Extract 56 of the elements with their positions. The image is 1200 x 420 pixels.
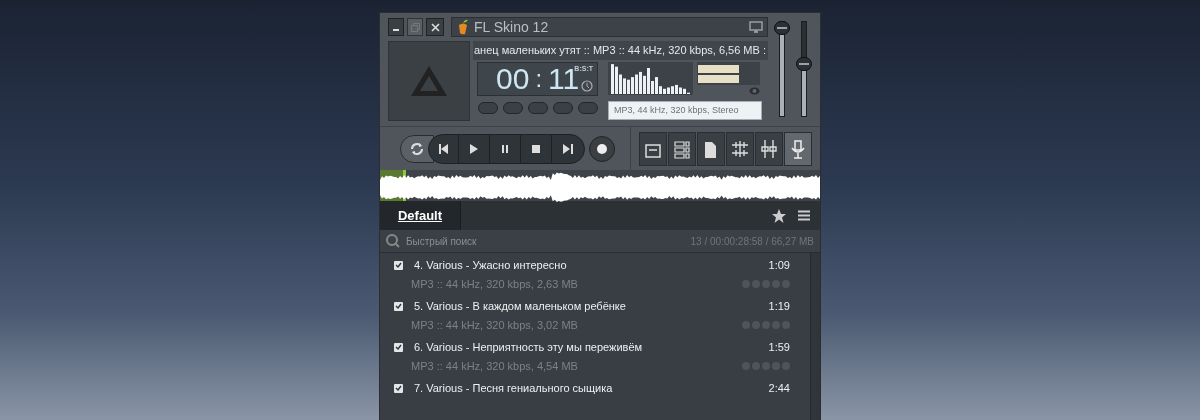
track-checkbox[interactable]: [394, 383, 403, 393]
playlist-button[interactable]: [668, 131, 696, 166]
next-icon: [563, 143, 573, 154]
equalizer-icon: [760, 138, 778, 159]
record-button[interactable]: [589, 135, 615, 162]
playlist-icon: [673, 138, 691, 159]
microphone-icon: [789, 138, 807, 159]
close-icon: [430, 22, 440, 32]
menu-icon[interactable]: [798, 210, 810, 222]
track-info: MP3 :: 44 kHz, 320 kbps, 4,54 MB: [411, 358, 578, 374]
time-minutes: 00: [496, 64, 530, 94]
track-title[interactable]: 6. Various - Неприятность эту мы переживём: [414, 339, 643, 356]
track-duration: 1:59: [768, 340, 790, 355]
balance-slider[interactable]: [796, 21, 812, 117]
search-icon: [386, 234, 400, 249]
repeat-icon: [410, 141, 424, 156]
triangle-logo-icon: [410, 65, 448, 97]
level-meter: [697, 62, 760, 85]
scrollbar-track[interactable]: [810, 253, 820, 420]
record-icon: [597, 143, 607, 154]
search-input[interactable]: Быстрый поиск: [406, 233, 685, 249]
restore-icon: [410, 22, 420, 32]
slider-thumb[interactable]: [774, 20, 790, 35]
format-field: MP3, 44 kHz, 320 kbps, Stereo: [608, 101, 762, 120]
track-checkbox[interactable]: [394, 260, 403, 270]
monitor-icon: [749, 21, 763, 33]
pause-icon: [502, 144, 508, 153]
repeat-button[interactable]: [400, 134, 434, 163]
marquee-text: анец маленьких утят :: MP3 :: 44 kHz, 320 kbps, 6,56 MB :: [473, 41, 768, 60]
track-title[interactable]: 7. Various - Песня гениального сыщика: [414, 380, 613, 397]
clock-icon: [581, 80, 593, 92]
time-separator: :: [535, 67, 543, 91]
fruit-logo-icon: [456, 19, 470, 35]
slider-thumb[interactable]: [796, 57, 812, 72]
previous-icon: [438, 143, 449, 154]
track-duration: 2:44: [768, 381, 790, 396]
track-title[interactable]: 4. Various - Ужасно интересно: [414, 257, 567, 274]
track-info: MP3 :: 44 kHz, 320 kbps, 2,63 MB: [411, 276, 578, 292]
playlist-tab[interactable]: Default: [380, 201, 461, 231]
play-icon: [470, 143, 478, 154]
equalizer-button[interactable]: [755, 131, 783, 166]
window-title: FL Skino 12: [474, 17, 550, 37]
track-checkbox[interactable]: [394, 301, 403, 311]
copy-button[interactable]: [697, 131, 725, 166]
close-button[interactable]: [426, 18, 444, 36]
stop-icon: [532, 144, 540, 153]
track-duration: 1:19: [768, 299, 790, 314]
track-title[interactable]: 5. Various - В каждом маленьком ребёнке: [414, 298, 626, 315]
volume-slider[interactable]: [774, 21, 790, 117]
eye-icon: [749, 87, 760, 95]
track-duration: 1:09: [768, 258, 790, 273]
star-icon[interactable]: [772, 208, 786, 223]
track-info: MP3 :: 44 kHz, 320 kbps, 3,02 MB: [411, 317, 578, 333]
minimize-button[interactable]: [388, 18, 404, 36]
track-checkbox[interactable]: [394, 342, 403, 352]
microphone-button[interactable]: [784, 131, 812, 166]
